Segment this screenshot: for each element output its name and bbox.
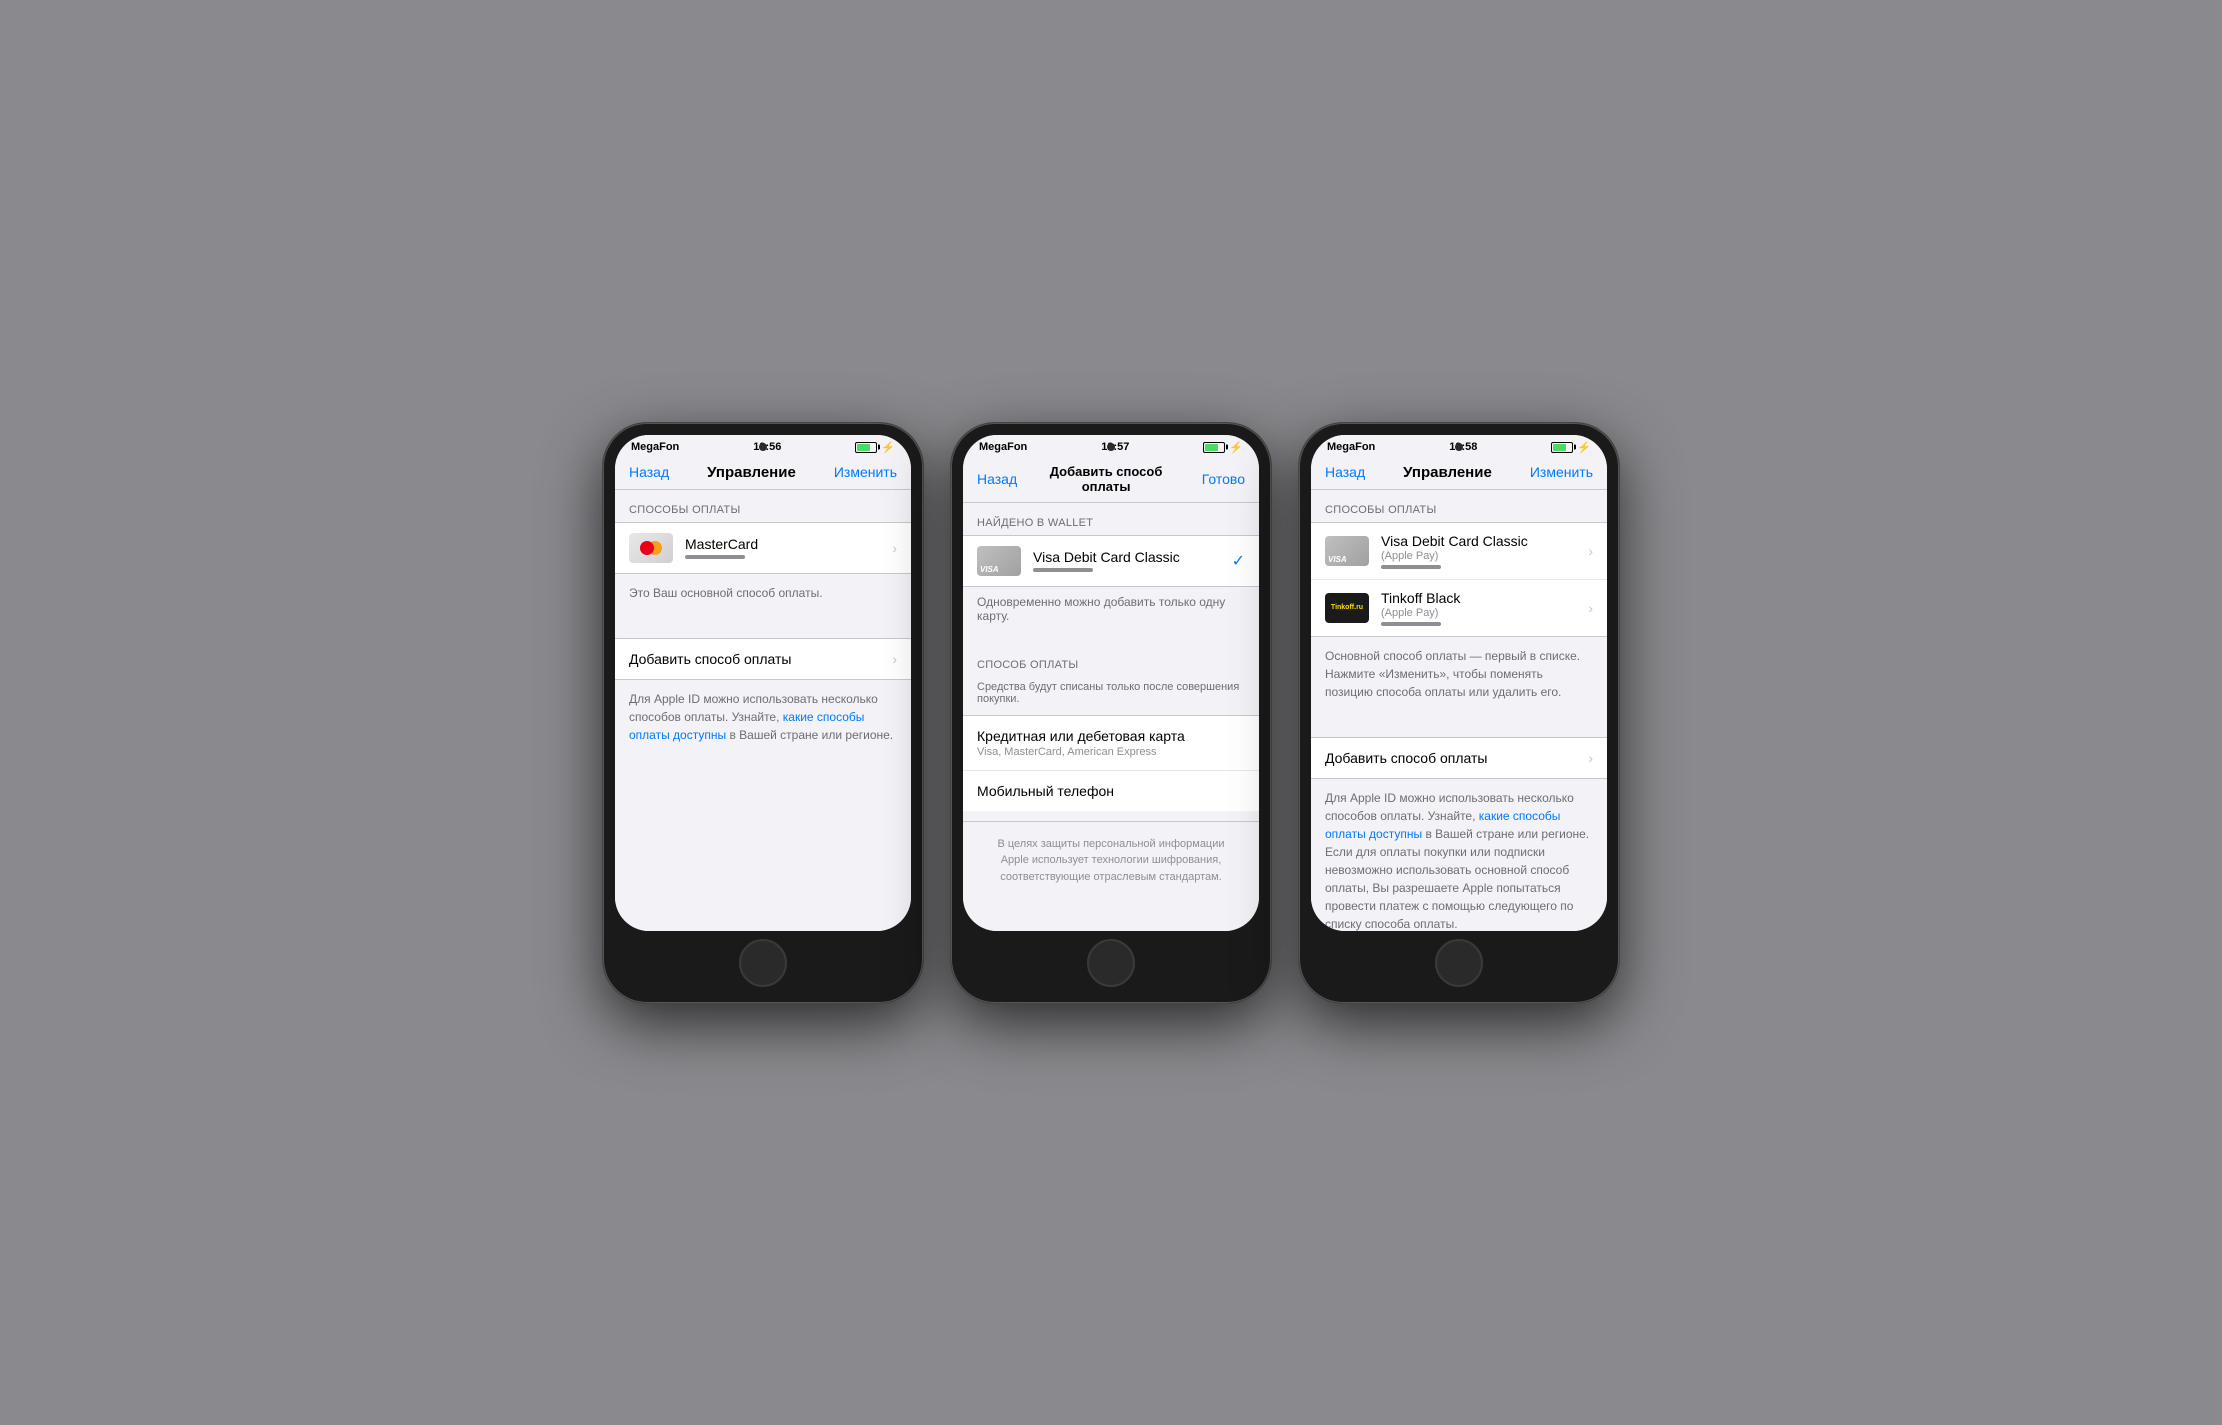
tinkoff-row[interactable]: Tinkoff.ru Tinkoff Black (Apple Pay) › <box>1311 580 1607 636</box>
battery-area-3: ⚡ <box>1551 441 1591 454</box>
chevron-icon-mastercard: › <box>892 540 897 556</box>
nav-bar-2: Назад Добавить способ оплаты Готово <box>963 456 1259 503</box>
add-payment-row-3[interactable]: Добавить способ оплаты › <box>1311 737 1607 779</box>
mastercard-info: MasterCard <box>685 536 886 559</box>
status-bar-2: MegaFon 19:57 ⚡ <box>963 435 1259 456</box>
add-payment-row-1[interactable]: Добавить способ оплаты › <box>615 638 911 680</box>
add-payment-text-1: Добавить способ оплаты <box>629 651 791 667</box>
tinkoff-info: Tinkoff Black (Apple Pay) <box>1381 590 1582 626</box>
phone-3: MegaFon 19:58 ⚡ Назад Управление Изменит… <box>1299 423 1619 1003</box>
home-button-2[interactable] <box>1087 939 1135 987</box>
battery-icon-1 <box>855 442 877 453</box>
visa-card-image-3: VISA <box>1325 536 1369 566</box>
tinkoff-sub: (Apple Pay) <box>1381 607 1582 619</box>
visa-sub-3: (Apple Pay) <box>1381 550 1582 562</box>
spacer-3 <box>1311 717 1607 737</box>
visa-name-3: Visa Debit Card Classic <box>1381 533 1582 549</box>
content-2: НАЙДЕНО В WALLET VISA Visa Debit Card Cl… <box>963 503 1259 931</box>
credit-card-sub: Visa, MasterCard, American Express <box>977 746 1245 758</box>
payment-cards-group: VISA Visa Debit Card Classic (Apple Pay)… <box>1311 522 1607 637</box>
action-button-1[interactable]: Изменить <box>834 464 897 480</box>
visa-row[interactable]: VISA Visa Debit Card Classic (Apple Pay)… <box>1311 523 1607 580</box>
mastercard-masked <box>685 555 745 559</box>
chevron-icon-add-1: › <box>892 651 897 667</box>
tinkoff-masked <box>1381 622 1441 626</box>
page-title-2: Добавить способ оплаты <box>1025 464 1187 494</box>
wallet-card-row[interactable]: VISA Visa Debit Card Classic ✓ <box>963 535 1259 587</box>
credit-card-method-row[interactable]: Кредитная или дебетовая карта Visa, Mast… <box>963 716 1259 771</box>
mobile-phone-method-row[interactable]: Мобильный телефон <box>963 771 1259 811</box>
chevron-icon-visa-3: › <box>1588 543 1593 559</box>
back-button-2[interactable]: Назад <box>977 471 1017 487</box>
mastercard-row[interactable]: MasterCard › <box>615 523 911 573</box>
payment-methods-group: Кредитная или дебетовая карта Visa, Mast… <box>963 715 1259 811</box>
mastercard-name: MasterCard <box>685 536 886 552</box>
content-3: СПОСОБЫ ОПЛАТЫ VISA Visa Debit Card Clas… <box>1311 490 1607 931</box>
security-note: В целях защиты персональной информации A… <box>963 821 1259 900</box>
content-1: СПОСОБЫ ОПЛАТЫ MasterCard <box>615 490 911 931</box>
battery-area-1: ⚡ <box>855 441 895 454</box>
phone-1: MegaFon 19:56 ⚡ Назад Управление Изменит… <box>603 423 923 1003</box>
home-button-3[interactable] <box>1435 939 1483 987</box>
status-bar-1: MegaFon 19:56 ⚡ <box>615 435 911 456</box>
home-button-1[interactable] <box>739 939 787 987</box>
charge-icon-2: ⚡ <box>1229 441 1243 454</box>
visa-masked-3 <box>1381 565 1441 569</box>
primary-note-1: Это Ваш основной способ оплаты. <box>615 574 911 618</box>
time-3: 19:58 <box>1449 441 1477 453</box>
tinkoff-name: Tinkoff Black <box>1381 590 1582 606</box>
battery-area-2: ⚡ <box>1203 441 1243 454</box>
primary-note-3: Основной способ оплаты — первый в списке… <box>1311 637 1607 717</box>
battery-icon-2 <box>1203 442 1225 453</box>
nav-bar-1: Назад Управление Изменить <box>615 456 911 490</box>
section-header-wallet: НАЙДЕНО В WALLET <box>963 503 1259 535</box>
nav-bar-3: Назад Управление Изменить <box>1311 456 1607 490</box>
mastercard-image <box>629 533 673 563</box>
charge-icon-1: ⚡ <box>881 441 895 454</box>
mobile-phone-title: Мобильный телефон <box>977 783 1245 799</box>
tinkoff-card-image: Tinkoff.ru <box>1325 593 1369 623</box>
phone-2: MegaFon 19:57 ⚡ Назад Добавить способ оп… <box>951 423 1271 1003</box>
visa-card-name: Visa Debit Card Classic <box>1033 549 1226 565</box>
time-1: 19:56 <box>753 441 781 453</box>
section-header-payment-1: СПОСОБЫ ОПЛАТЫ <box>615 490 911 522</box>
action-button-3[interactable]: Изменить <box>1530 464 1593 480</box>
carrier-2: MegaFon <box>979 441 1027 453</box>
visa-info-3: Visa Debit Card Classic (Apple Pay) <box>1381 533 1582 569</box>
action-button-2[interactable]: Готово <box>1195 471 1245 487</box>
time-2: 19:57 <box>1101 441 1129 453</box>
page-title-1: Управление <box>677 464 826 481</box>
visa-card-image: VISA <box>977 546 1021 576</box>
wallet-note: Одновременно можно добавить только одну … <box>963 587 1259 635</box>
credit-card-title: Кредитная или дебетовая карта <box>977 728 1245 744</box>
section-header-payment-2: СПОСОБ ОПЛАТЫ <box>963 645 1259 677</box>
carrier-1: MegaFon <box>631 441 679 453</box>
visa-card-info: Visa Debit Card Classic <box>1033 549 1226 572</box>
carrier-3: MegaFon <box>1327 441 1375 453</box>
chevron-icon-add-3: › <box>1588 750 1593 766</box>
page-title-3: Управление <box>1373 464 1522 481</box>
chevron-icon-tinkoff: › <box>1588 600 1593 616</box>
info-text-1: Для Apple ID можно использовать нескольк… <box>615 680 911 760</box>
payment-card-group-1: MasterCard › <box>615 522 911 574</box>
add-payment-text-3: Добавить способ оплаты <box>1325 750 1487 766</box>
battery-icon-3 <box>1551 442 1573 453</box>
info-text-3: Для Apple ID можно использовать нескольк… <box>1311 779 1607 931</box>
payment-desc: Средства будут списаны только после сове… <box>963 677 1259 715</box>
back-button-3[interactable]: Назад <box>1325 464 1365 480</box>
section-header-payment-3: СПОСОБЫ ОПЛАТЫ <box>1311 490 1607 522</box>
visa-card-masked <box>1033 568 1093 572</box>
back-button-1[interactable]: Назад <box>629 464 669 480</box>
spacer-1 <box>615 618 911 638</box>
spacer-2 <box>963 635 1259 645</box>
status-bar-3: MegaFon 19:58 ⚡ <box>1311 435 1607 456</box>
charge-icon-3: ⚡ <box>1577 441 1591 454</box>
checkmark-icon: ✓ <box>1232 551 1245 571</box>
